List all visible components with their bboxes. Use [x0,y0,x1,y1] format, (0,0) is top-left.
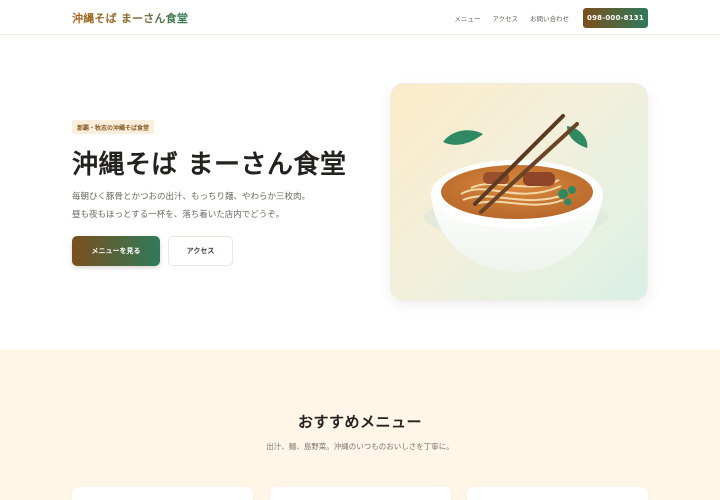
green-onion [564,198,572,206]
hero-description: 毎朝ひく豚骨とかつおの出汁、もっちり麺、やわらか三枚肉。 昼も夜もほっとする一杯… [72,188,372,224]
pork-belly [523,172,555,186]
nav-link-menu[interactable]: メニュー [454,13,480,23]
section-title: おすすめメニュー [297,413,422,431]
section-subtitle: 出汁、麺、島野菜。沖縄のいつものおいしさを丁寧に。 [266,442,454,451]
hero-title: 沖縄そば まーさん食堂 [72,150,347,180]
nav-link-access[interactable]: アクセス [492,13,518,23]
green-onion [568,186,576,194]
hero-description-line: 毎朝ひく豚骨とかつおの出汁、もっちり麺、やわらか三枚肉。 [72,192,311,202]
phone-button[interactable]: 098-000-8131 [583,8,648,28]
site-header: 沖縄そば まーさん食堂 メニュー アクセス お問い合わせ 098-000-813… [0,0,720,35]
hero-image-card [390,83,648,301]
soba-bowl-illustration [424,114,608,272]
leaf-icon [443,130,483,145]
recommended-section: おすすめメニュー 出汁、麺、島野菜。沖縄のいつものおいしさを丁寧に。 [0,349,720,500]
menu-card[interactable] [270,487,451,500]
nav-link-contact[interactable]: お問い合わせ [530,13,569,23]
menu-card[interactable] [72,487,253,500]
green-onion [558,189,568,199]
hero-description-line: 昼も夜もほっとする一杯を、落ち着いた店内でどうぞ。 [72,210,285,220]
view-menu-button[interactable]: メニューを見る [72,236,160,266]
main-nav: メニュー アクセス お問い合わせ 098-000-8131 [454,8,648,28]
site-logo[interactable]: 沖縄そば まーさん食堂 [72,10,188,26]
access-button[interactable]: アクセス [168,236,233,266]
location-badge: 那覇・牧志の沖縄そば食堂 [72,120,155,134]
menu-card[interactable] [467,487,648,500]
